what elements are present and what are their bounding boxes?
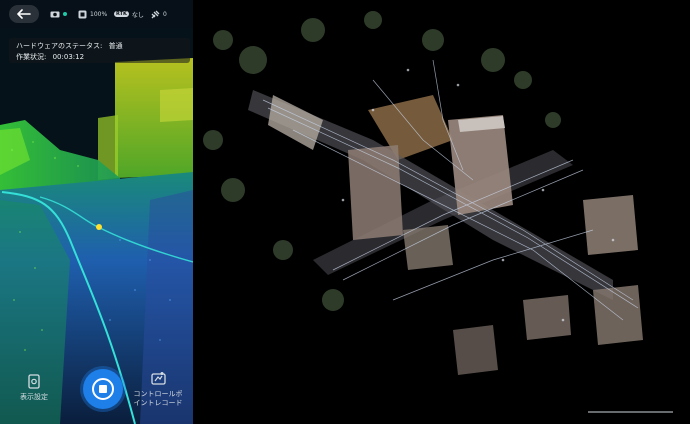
camera-status-dot	[63, 12, 67, 16]
control-point-label-line2: イントレコード	[133, 399, 183, 407]
hardware-status-label: ハードウェアのステータス:	[16, 42, 103, 50]
storage-icon	[78, 10, 87, 18]
app-top-bar: 100% RTK なし 0	[0, 0, 193, 28]
arrow-left-icon	[17, 9, 31, 19]
control-point-record-button[interactable]: コントロールポ イントレコード	[128, 371, 188, 408]
work-status-row: 作業状況: 00:03:12	[16, 52, 84, 62]
control-point-label-line1: コントロールポ	[133, 390, 183, 398]
hardware-status-value: 普通	[108, 42, 123, 50]
rtk-value: なし	[131, 11, 144, 19]
display-settings-icon	[28, 374, 40, 389]
storage-value: 100%	[90, 10, 108, 18]
live-scan-view	[0, 0, 193, 424]
hardware-status-row: ハードウェアのステータス: 普通	[16, 41, 123, 51]
storage-status: 100%	[78, 7, 107, 21]
control-point-icon	[150, 372, 166, 385]
back-button[interactable]	[9, 5, 39, 23]
work-elapsed-time: 00:03:12	[52, 53, 85, 61]
point-cloud-viewer[interactable]	[193, 0, 690, 424]
current-position-marker	[96, 224, 102, 230]
work-status-panel: ハードウェアのステータス: 普通 作業状況: 00:03:12	[9, 38, 190, 63]
rtk-badge: RTK	[114, 11, 129, 17]
camera-icon	[50, 11, 60, 18]
stop-record-button[interactable]	[83, 369, 123, 409]
point-cloud-render	[193, 0, 690, 424]
satellite-icon	[151, 10, 160, 18]
display-settings-label: 表示設定	[20, 393, 48, 401]
satellite-status: 0	[151, 7, 167, 21]
scanner-app-panel: 100% RTK なし 0 ハードウェアのステータス: 普通 作業状況: 00:…	[0, 0, 193, 424]
camera-status	[50, 7, 67, 21]
rtk-status: RTK なし	[114, 7, 144, 21]
stop-record-icon	[92, 378, 114, 400]
satellite-value: 0	[163, 10, 167, 18]
work-status-label: 作業状況:	[16, 53, 47, 61]
display-settings-button[interactable]: 表示設定	[14, 374, 54, 402]
